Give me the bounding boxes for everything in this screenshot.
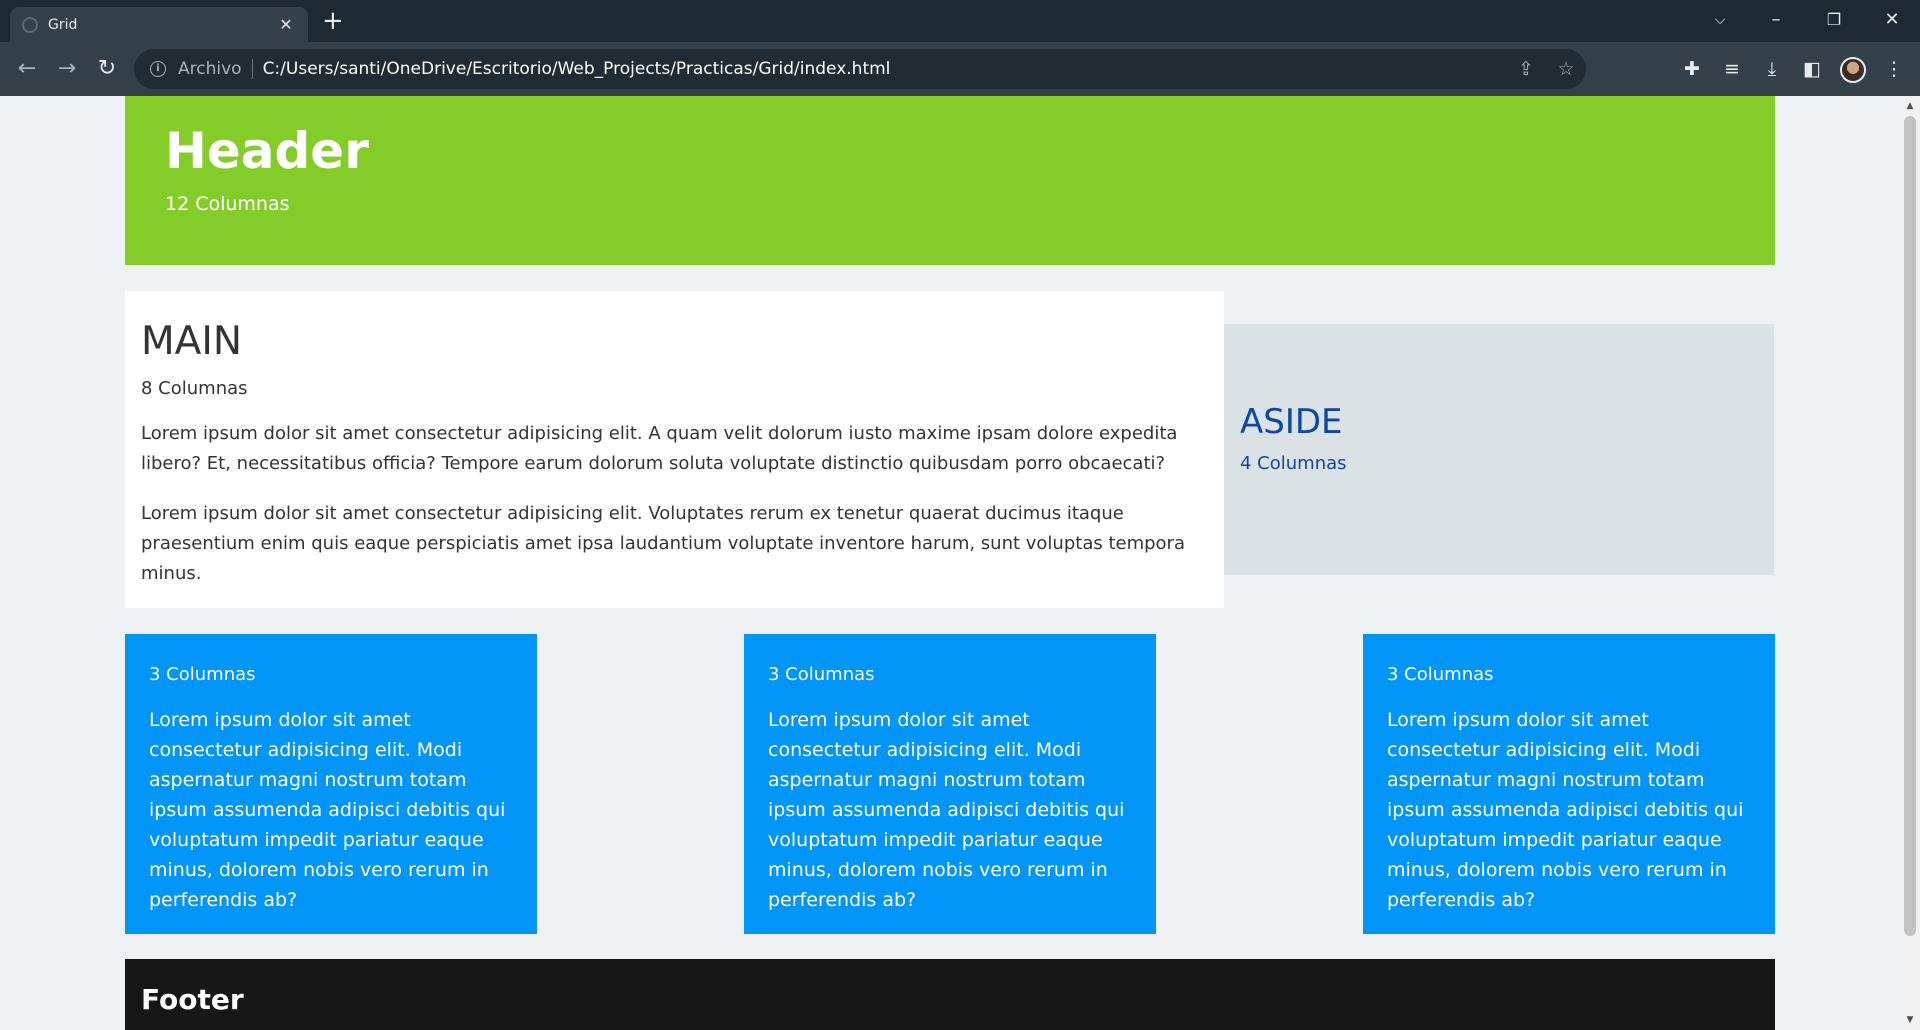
scrollbar-thumb[interactable] bbox=[1904, 116, 1916, 936]
footer-section: Footer bbox=[125, 959, 1775, 1030]
tab-strip: Grid ✕ + ⌵ – ❐ ✕ bbox=[0, 0, 1920, 42]
card-text: Lorem ipsum dolor sit amet consectetur a… bbox=[1387, 709, 1744, 911]
side-panel-icon[interactable]: ◧ bbox=[1796, 54, 1828, 84]
footer-title: Footer bbox=[141, 983, 244, 1016]
main-paragraph: Lorem ipsum dolor sit amet consectetur a… bbox=[141, 502, 1185, 584]
reload-icon[interactable]: ↻ bbox=[92, 54, 122, 84]
browser-toolbar: ← → ↻ i Archivo C:/Users/santi/OneDrive/… bbox=[0, 42, 1920, 96]
card-3: 3 Columnas Lorem ipsum dolor sit amet co… bbox=[1363, 634, 1775, 934]
header-subtitle: 12 Columnas bbox=[165, 193, 290, 215]
card-subtitle: 3 Columnas bbox=[149, 664, 256, 685]
window-close-icon[interactable]: ✕ bbox=[1872, 6, 1912, 34]
aside-section: ASIDE 4 Columnas bbox=[1224, 324, 1774, 575]
tab-grid[interactable]: Grid ✕ bbox=[10, 7, 308, 42]
card-text: Lorem ipsum dolor sit amet consectetur a… bbox=[149, 709, 506, 911]
scroll-up-icon[interactable]: ▲ bbox=[1900, 98, 1920, 114]
vertical-scrollbar[interactable]: ▲ ▼ bbox=[1900, 96, 1920, 1030]
address-bar[interactable]: i Archivo C:/Users/santi/OneDrive/Escrit… bbox=[134, 49, 1586, 89]
page-viewport: Header 12 Columnas MAIN 8 Columnas Lorem… bbox=[0, 96, 1900, 1030]
card-subtitle: 3 Columnas bbox=[768, 664, 875, 685]
card-2: 3 Columnas Lorem ipsum dolor sit amet co… bbox=[744, 634, 1156, 934]
url-scheme-label: Archivo bbox=[178, 59, 242, 79]
card-1: 3 Columnas Lorem ipsum dolor sit amet co… bbox=[125, 634, 537, 934]
star-icon[interactable]: ☆ bbox=[1546, 58, 1586, 80]
card-subtitle: 3 Columnas bbox=[1387, 664, 1494, 685]
kebab-menu-icon[interactable]: ⋮ bbox=[1878, 54, 1910, 84]
aside-title: ASIDE bbox=[1240, 402, 1343, 442]
arrow-left-icon[interactable]: ← bbox=[12, 54, 42, 84]
share-icon[interactable]: ⇪ bbox=[1506, 58, 1546, 80]
restore-icon[interactable]: ❐ bbox=[1814, 6, 1854, 34]
aside-subtitle: 4 Columnas bbox=[1240, 453, 1347, 475]
info-icon[interactable]: i bbox=[150, 61, 166, 77]
main-subtitle: 8 Columnas bbox=[141, 377, 248, 399]
main-title: MAIN bbox=[141, 319, 243, 364]
minimize-icon[interactable]: – bbox=[1756, 6, 1796, 34]
scroll-down-icon[interactable]: ▼ bbox=[1900, 1012, 1920, 1028]
header-section: Header 12 Columnas bbox=[125, 96, 1775, 265]
tab-search-chevron-icon[interactable]: ⌵ bbox=[1700, 6, 1740, 34]
arrow-right-icon[interactable]: → bbox=[52, 54, 82, 84]
main-paragraph: Lorem ipsum dolor sit amet consectetur a… bbox=[141, 422, 1178, 474]
tab-title: Grid bbox=[48, 16, 78, 33]
media-queue-icon[interactable]: ≡ bbox=[1716, 54, 1748, 84]
plus-icon[interactable]: + bbox=[322, 6, 344, 36]
card-text: Lorem ipsum dolor sit amet consectetur a… bbox=[768, 709, 1125, 911]
header-title: Header bbox=[165, 122, 369, 180]
download-icon[interactable]: ⤓ bbox=[1756, 54, 1788, 84]
avatar[interactable] bbox=[1840, 57, 1866, 83]
close-icon[interactable]: ✕ bbox=[276, 15, 296, 34]
globe-icon bbox=[22, 16, 38, 33]
url-separator bbox=[251, 59, 253, 79]
url-text[interactable]: C:/Users/santi/OneDrive/Escritorio/Web_P… bbox=[263, 59, 1506, 79]
puzzle-icon[interactable]: ✚ bbox=[1676, 54, 1708, 84]
main-section: MAIN 8 Columnas Lorem ipsum dolor sit am… bbox=[125, 291, 1224, 608]
